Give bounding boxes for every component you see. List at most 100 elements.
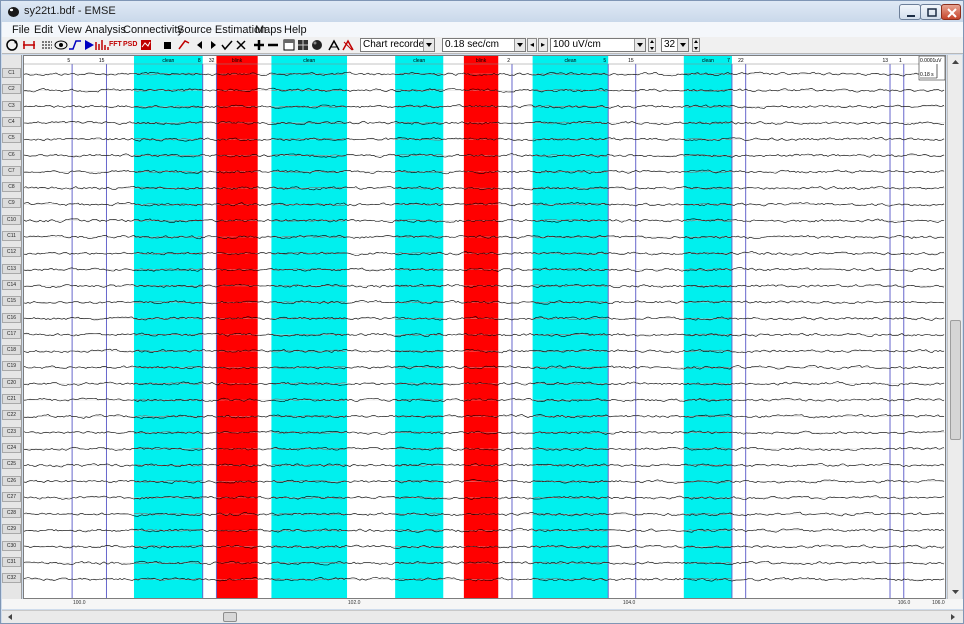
scroll-up-icon[interactable] <box>949 56 962 68</box>
lasso-icon[interactable] <box>327 38 341 52</box>
channel-label[interactable]: C24 <box>2 442 21 453</box>
prev-icon[interactable] <box>194 38 206 52</box>
time-scale-select[interactable]: 0.18 sec/cm <box>442 38 526 52</box>
filter-icon[interactable] <box>68 38 82 52</box>
menu-source-estimation[interactable]: Source Estimation <box>177 24 266 36</box>
menu-view[interactable]: View <box>58 24 82 36</box>
display-mode-select[interactable]: Chart recorder <box>360 38 435 52</box>
amplitude-spinner[interactable] <box>648 38 656 52</box>
epoch-band-clean <box>133 56 203 598</box>
title-bar: sy22t1.bdf - EMSE <box>1 1 963 22</box>
channel-label[interactable]: C8 <box>2 182 21 193</box>
play-icon[interactable] <box>82 38 96 52</box>
channel-label[interactable]: C2 <box>2 84 21 95</box>
tag-icon[interactable] <box>177 38 191 52</box>
fft-icon[interactable]: FFT <box>109 38 122 52</box>
channel-label[interactable]: C4 <box>2 116 21 127</box>
channel-label[interactable]: C10 <box>2 214 21 225</box>
channel-label[interactable]: C11 <box>2 231 21 241</box>
channel-label[interactable]: C22 <box>2 410 21 421</box>
channel-label[interactable]: C30 <box>2 540 21 551</box>
emse-window: sy22t1.bdf - EMSE File Edit View Analysi… <box>0 0 964 624</box>
stop-icon[interactable] <box>160 38 174 52</box>
channel-label[interactable]: C21 <box>2 394 21 404</box>
channel-label[interactable]: C31 <box>2 557 21 567</box>
channel-label[interactable]: C23 <box>2 426 21 437</box>
scroll-left-icon[interactable] <box>5 612 15 622</box>
maximize-button[interactable] <box>920 4 942 20</box>
vertical-scroll-thumb[interactable] <box>950 320 961 440</box>
channel-count-select[interactable]: 32 <box>661 38 689 52</box>
menu-maps[interactable]: Maps <box>255 24 282 36</box>
redraw-icon[interactable] <box>5 38 19 52</box>
next-icon[interactable] <box>207 38 219 52</box>
channel-label[interactable]: C5 <box>2 133 21 144</box>
epoch-band-blink <box>463 56 499 598</box>
minimize-icon <box>907 15 915 17</box>
channel-label[interactable]: C28 <box>2 508 21 519</box>
marker-icon[interactable] <box>22 38 36 52</box>
amplitude-scale-select[interactable]: 100 uV/cm <box>550 38 646 52</box>
close-button[interactable] <box>941 4 961 20</box>
montage-icon[interactable] <box>40 38 54 52</box>
channel-label[interactable]: C20 <box>2 377 21 388</box>
time-back-button[interactable]: ◂ <box>527 38 537 52</box>
channel-label[interactable]: C26 <box>2 475 21 486</box>
time-tick-label: 102.0 <box>347 600 361 606</box>
scroll-down-icon[interactable] <box>949 586 962 598</box>
lasso-red-icon[interactable] <box>341 38 355 52</box>
topo-icon[interactable] <box>139 38 153 52</box>
channel-label[interactable]: C29 <box>2 524 21 535</box>
channel-label[interactable]: C13 <box>2 263 21 274</box>
event-marker-label: 2 <box>507 58 510 64</box>
event-marker-label: 7 <box>727 58 730 64</box>
zoom-in-icon[interactable] <box>252 38 266 52</box>
channel-label[interactable]: C16 <box>2 312 21 323</box>
eeg-plot-canvas: clean blink clean clean blink clean clean5 15 8 3… <box>24 56 945 598</box>
eye-icon[interactable] <box>54 38 68 52</box>
channel-label[interactable]: C25 <box>2 459 21 470</box>
event-marker-label: 5 <box>67 58 70 64</box>
menu-analysis[interactable]: Analysis <box>85 24 126 36</box>
event-marker-label: 1 <box>899 58 902 64</box>
amplitude-scale-value: 100 uV/cm <box>553 39 601 50</box>
toolbar: FFT PSD Chart recorder 0.18 sec/cm ◂ ▸ 1… <box>2 37 963 54</box>
accept-icon[interactable] <box>220 38 234 52</box>
channel-label[interactable]: C18 <box>2 345 21 356</box>
channel-label[interactable]: C3 <box>2 100 21 111</box>
chevron-down-icon <box>677 39 688 51</box>
channel-label[interactable]: C9 <box>2 198 21 209</box>
channel-label[interactable]: C19 <box>2 361 21 372</box>
horizontal-scrollbar[interactable] <box>2 610 963 623</box>
psd-icon[interactable]: PSD <box>123 38 137 52</box>
time-tick-label: 104.0 <box>622 600 636 606</box>
zoom-out-icon[interactable] <box>266 38 280 52</box>
event-marker-label: 15 <box>628 58 634 64</box>
grid-icon[interactable] <box>296 38 310 52</box>
channel-label[interactable]: C32 <box>2 573 21 584</box>
spectrum-icon[interactable] <box>95 38 109 52</box>
minimize-button[interactable] <box>899 4 921 20</box>
channel-label[interactable]: C27 <box>2 491 21 502</box>
channel-label[interactable]: C17 <box>2 328 21 339</box>
channel-label[interactable]: C12 <box>2 247 21 258</box>
eeg-plot[interactable]: clean blink clean clean blink clean clean 5 15 8 3… <box>23 55 946 599</box>
sphere-icon[interactable] <box>310 38 324 52</box>
vertical-scrollbar[interactable] <box>947 55 962 599</box>
channel-label[interactable]: C7 <box>2 165 21 176</box>
time-forward-button[interactable]: ▸ <box>538 38 548 52</box>
menu-edit[interactable]: Edit <box>34 24 53 36</box>
menu-file[interactable]: File <box>12 24 30 36</box>
menu-help[interactable]: Help <box>284 24 307 36</box>
channel-spinner[interactable] <box>692 38 700 52</box>
reject-icon[interactable] <box>234 38 248 52</box>
channel-label[interactable]: C15 <box>2 296 21 307</box>
channel-label[interactable]: C1 <box>2 68 21 78</box>
horizontal-scroll-thumb[interactable] <box>223 612 237 622</box>
window-icon[interactable] <box>282 38 296 52</box>
channel-label-column: C1 C2 C3 C4 C5 C6 C7 C8 C9 C10 C11 C12 C13 C14 C15 C16 C… <box>2 55 22 599</box>
channel-label[interactable]: C6 <box>2 149 21 160</box>
menu-connectivity[interactable]: Connectivity <box>123 24 183 36</box>
channel-label[interactable]: C14 <box>2 279 21 290</box>
scroll-right-icon[interactable] <box>948 612 958 622</box>
